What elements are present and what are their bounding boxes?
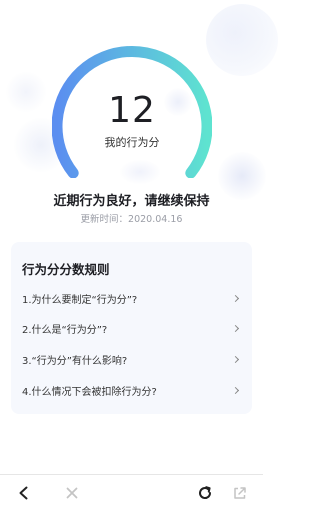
rule-item-label: 3.“行为分”有什么影响? [22,355,128,367]
rule-item-label: 4.什么情况下会被扣除行为分? [22,386,157,398]
chevron-right-icon [231,294,240,302]
status-headline: 近期行为良好，请继续保持 [53,194,210,209]
rule-item[interactable]: 1.为什么要制定“行为分”? [22,289,242,307]
rule-item-label: 2.什么是“行为分”? [22,324,108,336]
chevron-left-icon [19,486,28,500]
chevron-right-icon [231,324,240,332]
rule-item[interactable]: 4.什么情况下会被扣除行为分? [22,381,242,399]
score-gauge: 12 我的行为分 [52,38,212,178]
rule-item-label: 1.为什么要制定“行为分”? [22,294,138,306]
refresh-icon [199,486,212,499]
update-time-prefix: 更新时间： [80,214,129,225]
back-button[interactable] [12,481,36,505]
share-icon [234,487,246,499]
browser-toolbar [0,474,263,510]
update-time-date: 2020.04.16 [128,214,183,225]
refresh-button[interactable] [193,481,217,505]
close-button[interactable] [60,481,84,505]
rule-item[interactable]: 2.什么是“行为分”? [22,319,242,337]
rule-item[interactable]: 3.“行为分”有什么影响? [22,350,242,368]
score-value: 12 [108,90,156,131]
close-icon [66,487,78,499]
share-button[interactable] [228,481,252,505]
chevron-right-icon [231,386,240,394]
update-time: 更新时间：2020.04.16 [0,211,263,225]
rules-title: 行为分分数规则 [22,262,110,277]
decorative-bubble [6,72,46,112]
score-label: 我的行为分 [104,136,160,149]
chevron-right-icon [231,355,240,363]
decorative-bubble [206,4,278,76]
rules-card: 行为分分数规则 1.为什么要制定“行为分”? 2.什么是“行为分”? 3.“行为… [11,242,252,414]
